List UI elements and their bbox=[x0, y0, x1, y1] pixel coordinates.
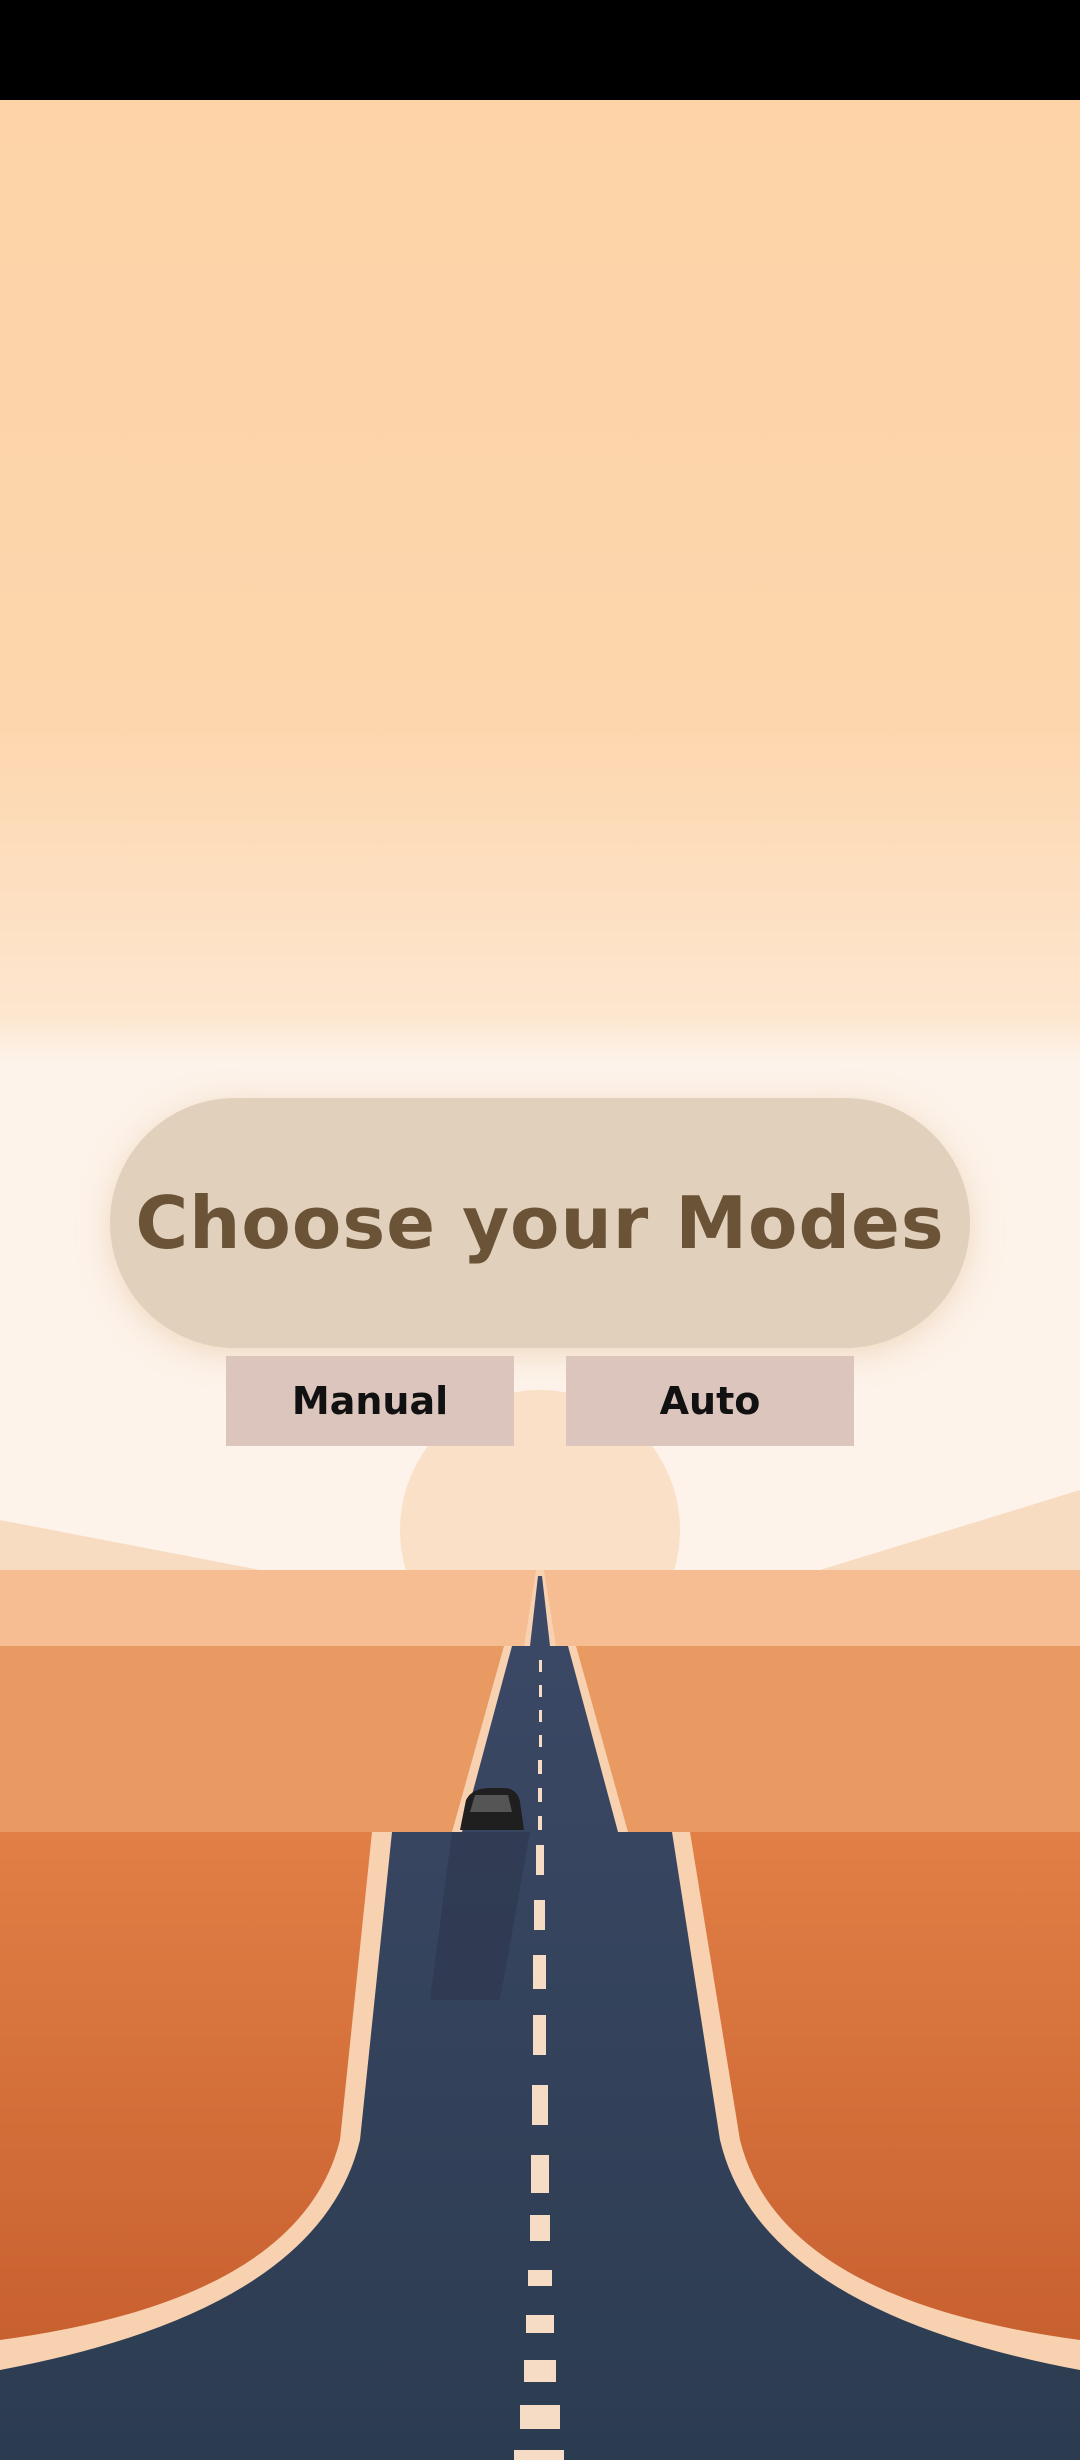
auto-mode-button[interactable]: Auto bbox=[566, 1356, 854, 1446]
manual-mode-button[interactable]: Manual bbox=[226, 1356, 514, 1446]
status-bar bbox=[0, 0, 1080, 100]
sky bbox=[0, 100, 1080, 1580]
title-pill: Choose your Modes bbox=[110, 1098, 970, 1348]
app-screen: Choose your Modes Manual Auto bbox=[0, 0, 1080, 2460]
page-title: Choose your Modes bbox=[135, 1181, 945, 1265]
